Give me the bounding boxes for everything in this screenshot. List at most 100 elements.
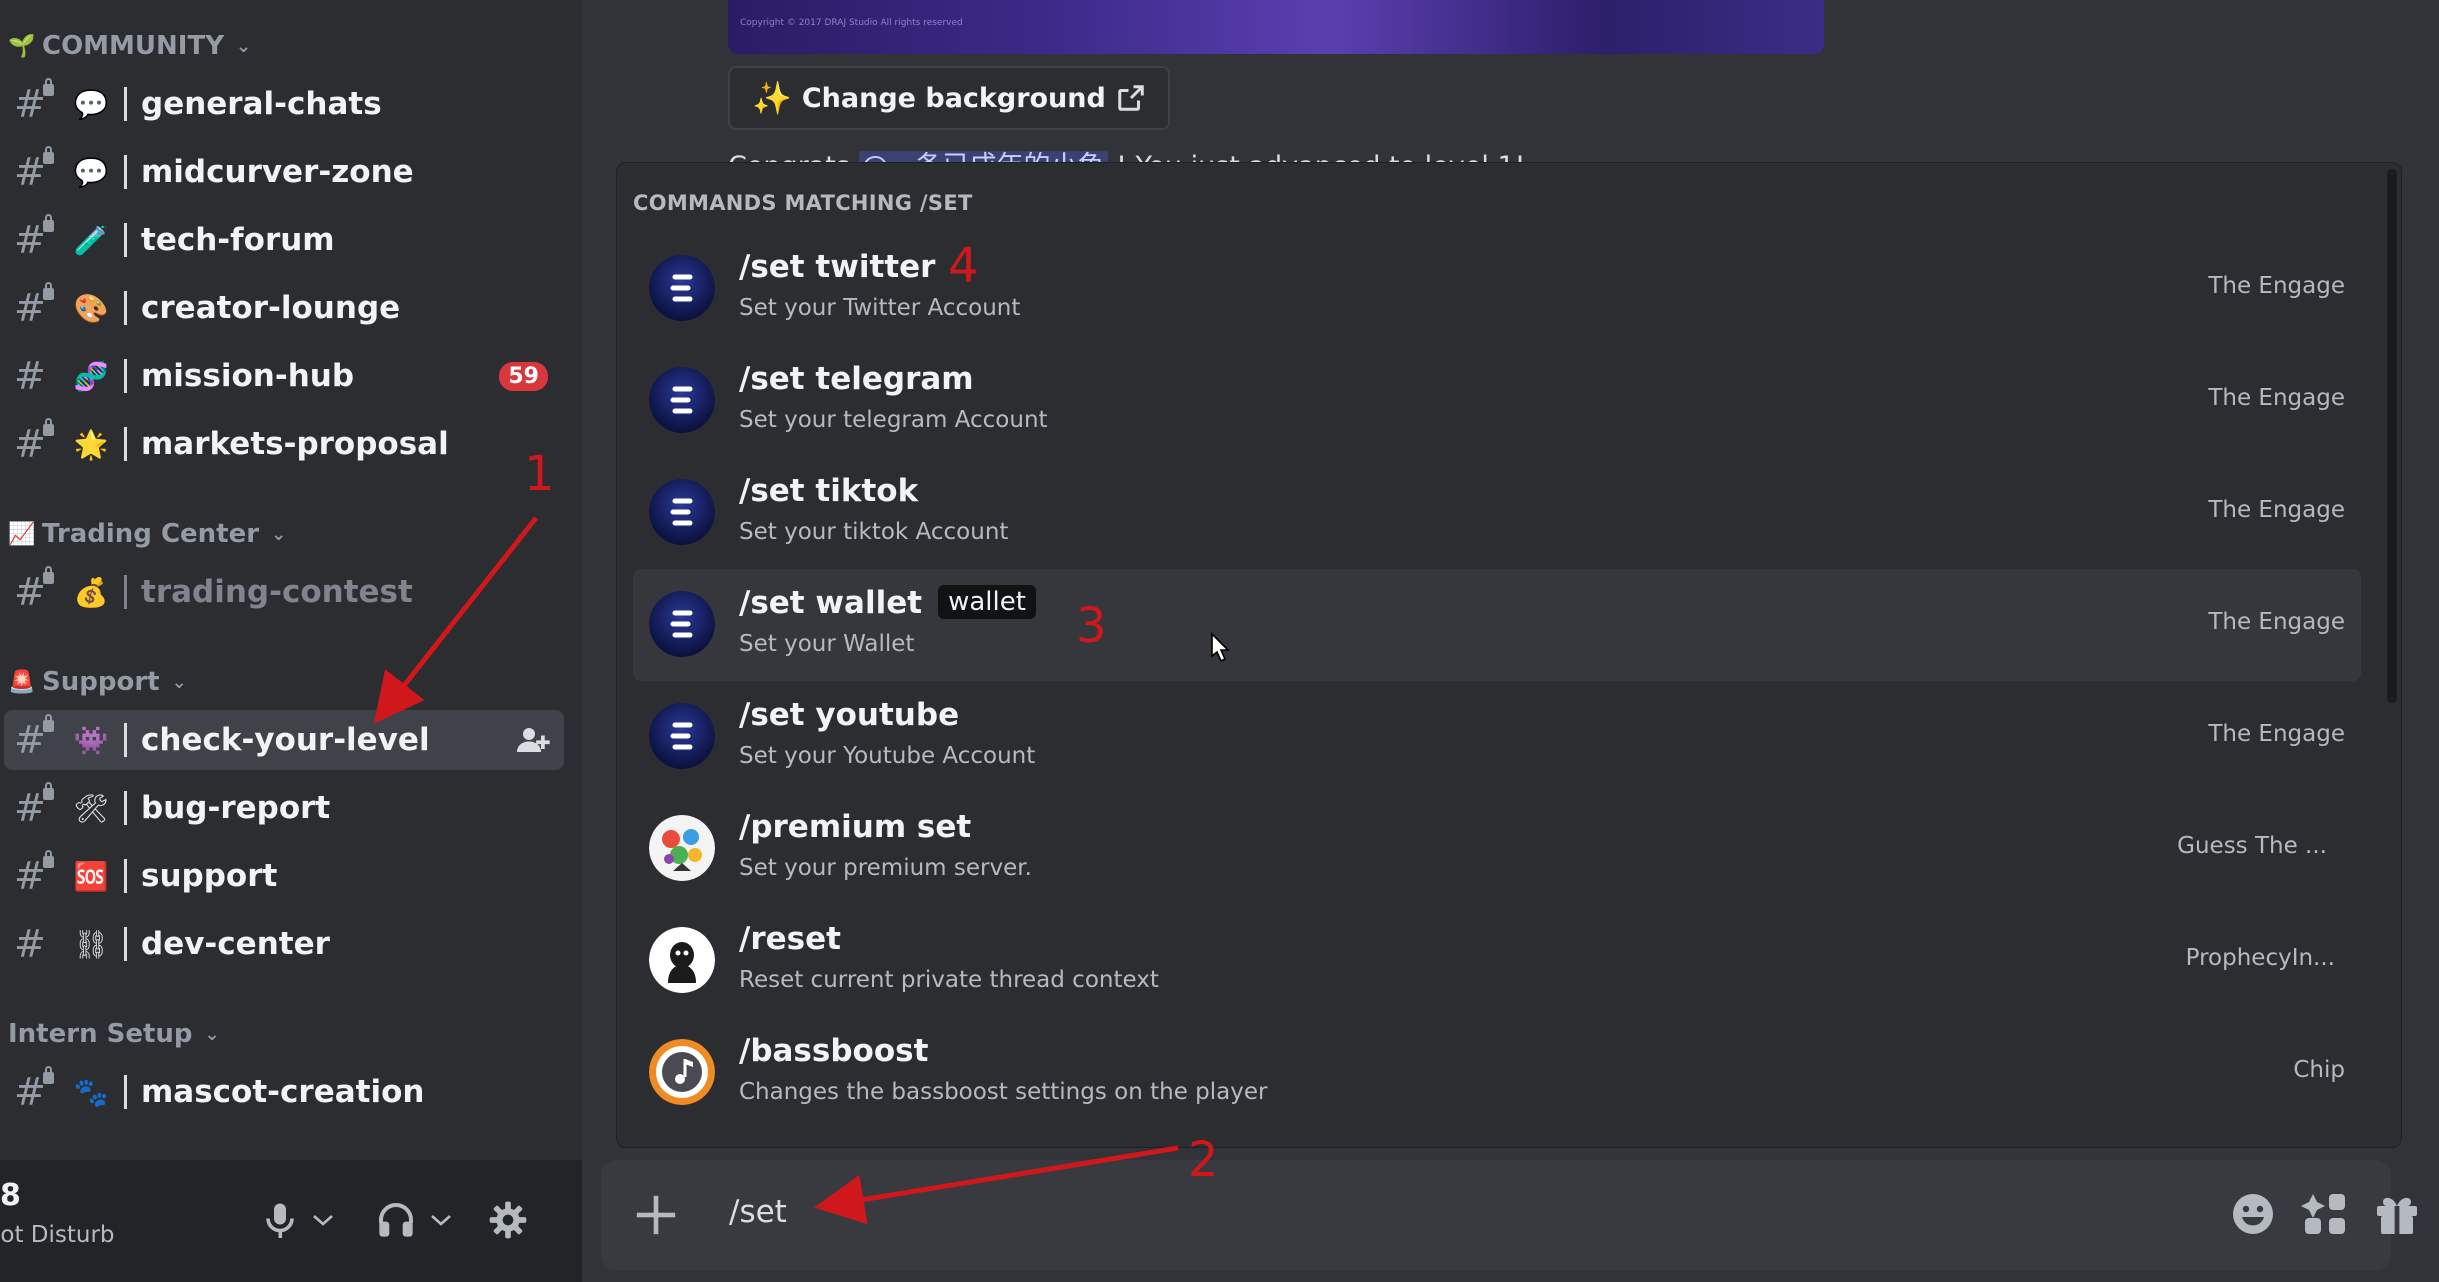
separator	[124, 427, 127, 461]
tools-icon: 🛠	[73, 791, 109, 825]
chevron-down-icon: ⌄	[204, 1023, 220, 1045]
chevron-down-icon[interactable]	[312, 1213, 334, 1227]
level-card-image: Copyright © 2017 DRAJ Studio All rights …	[728, 0, 1824, 54]
separator	[124, 359, 127, 393]
dna-icon: 🧬	[73, 359, 109, 393]
channel-name: general-chats	[141, 86, 382, 122]
command-name-text: /set wallet	[739, 585, 923, 621]
microphone-icon	[266, 1203, 294, 1238]
chevron-down-icon[interactable]	[430, 1213, 452, 1227]
hash-icon: #	[14, 922, 46, 966]
separator	[124, 927, 127, 961]
gear-icon	[489, 1201, 527, 1239]
category-label: COMMUNITY	[42, 31, 225, 61]
user-status: lot Disturb	[0, 1222, 115, 1248]
command-name: /set wallet wallet	[739, 585, 1036, 621]
annotation-number-1: 1	[524, 446, 555, 502]
channel-sidebar: 🌱 COMMUNITY ⌄ # 💬 general-chats # 💬 midc…	[0, 0, 582, 1282]
plus-icon[interactable]	[633, 1192, 679, 1238]
hash-lock-icon: #	[14, 782, 56, 830]
bot-avatar-prophecy	[649, 927, 715, 993]
test-tube-icon: 🧪	[73, 223, 109, 257]
user-settings-button[interactable]	[488, 1196, 528, 1244]
channel-tech-forum[interactable]: # 🧪 tech-forum	[4, 210, 564, 270]
channel-name: dev-center	[141, 926, 330, 962]
channel-creator-lounge[interactable]: # 🎨 creator-lounge	[4, 278, 564, 338]
category-label: Intern Setup	[8, 1019, 193, 1049]
seedling-icon: 🌱	[8, 33, 36, 59]
command-description: Set your premium server.	[739, 855, 1032, 881]
command-set-twitter[interactable]: /set twitter Set your Twitter Account Th…	[633, 233, 2361, 345]
channel-name: tech-forum	[141, 222, 335, 258]
channel-name: bug-report	[141, 790, 331, 826]
star-icon: 🌟	[73, 427, 109, 461]
command-set-tiktok[interactable]: /set tiktok Set your tiktok Account The …	[633, 457, 2361, 569]
command-source: The Engage	[2208, 721, 2345, 747]
category-intern-setup[interactable]: Intern Setup ⌄	[8, 1014, 220, 1054]
channel-check-your-level[interactable]: # 👾 check-your-level	[4, 710, 564, 770]
command-set-wallet[interactable]: /set wallet wallet Set your Wallet The En…	[633, 569, 2361, 681]
command-description: Changes the bassboost settings on the pl…	[739, 1079, 1268, 1105]
separator	[124, 155, 127, 189]
microphone-button[interactable]	[262, 1196, 334, 1244]
command-premium-set[interactable]: /premium set Set your premium server. Gu…	[633, 793, 2361, 905]
channel-general-chats[interactable]: # 💬 general-chats	[4, 74, 564, 134]
hash-lock-icon: #	[14, 1066, 56, 1114]
channel-support[interactable]: # 🆘 support	[4, 846, 564, 906]
space-invader-icon: 👾	[73, 723, 109, 757]
command-set-telegram[interactable]: /set telegram Set your telegram Account …	[633, 345, 2361, 457]
bot-avatar-engage	[649, 367, 715, 433]
bot-avatar-engage	[649, 703, 715, 769]
emoji-icon[interactable]	[2229, 1190, 2277, 1238]
bot-avatar-engage	[649, 591, 715, 657]
channel-trading-contest[interactable]: # 💰 trading-contest	[4, 562, 564, 622]
command-description: Set your telegram Account	[739, 407, 1048, 433]
hash-lock-icon: #	[14, 282, 56, 330]
message-input-bar: /set	[601, 1160, 2417, 1270]
hash-lock-icon: #	[14, 146, 56, 194]
command-set-youtube[interactable]: /set youtube Set your Youtube Account Th…	[633, 681, 2361, 793]
channel-mission-hub[interactable]: # 🧬 mission-hub 59	[4, 346, 564, 406]
gift-icon[interactable]	[2373, 1190, 2421, 1238]
category-community[interactable]: 🌱 COMMUNITY ⌄	[8, 26, 251, 66]
command-description: Set your Youtube Account	[739, 743, 1036, 769]
command-reset[interactable]: /reset Reset current private thread cont…	[633, 905, 2361, 1017]
message-input[interactable]: /set	[729, 1194, 787, 1230]
sparkles-icon: ✨	[752, 79, 792, 117]
command-description: Set your tiktok Account	[739, 519, 1009, 545]
apps-icon[interactable]	[2301, 1190, 2349, 1238]
command-description: Set your Twitter Account	[739, 295, 1021, 321]
bot-avatar-guess-the	[649, 815, 715, 881]
change-background-button[interactable]: ✨ Change background	[728, 66, 1170, 130]
separator	[124, 1075, 127, 1109]
bot-avatar-engage	[649, 255, 715, 321]
headset-button[interactable]	[376, 1196, 452, 1244]
command-source: The Engage	[2208, 497, 2345, 523]
chevron-down-icon: ⌄	[171, 671, 187, 693]
hash-lock-icon: #	[14, 214, 56, 262]
channel-mascot-creation[interactable]: # 🐾 mascot-creation	[4, 1062, 564, 1122]
channel-dev-center[interactable]: # ⛓ dev-center	[4, 914, 564, 974]
channel-markets-proposal[interactable]: # 🌟 markets-proposal	[4, 414, 564, 474]
siren-icon: 🚨	[8, 669, 36, 695]
annotation-number-4: 4	[948, 238, 979, 294]
username[interactable]: 8	[0, 1178, 21, 1213]
command-bassboost[interactable]: /bassboost Changes the bassboost setting…	[633, 1017, 2361, 1129]
paw-prints-icon: 🐾	[73, 1075, 109, 1109]
channel-name: trading-contest	[141, 574, 413, 610]
channel-midcurver-zone[interactable]: # 💬 midcurver-zone	[4, 142, 564, 202]
speech-bubble-icon: 💬	[73, 87, 109, 121]
annotation-number-2: 2	[1188, 1132, 1219, 1188]
category-trading-center[interactable]: 📈 Trading Center ⌄	[8, 514, 286, 554]
category-support[interactable]: 🚨 Support ⌄	[8, 662, 187, 702]
channel-bug-report[interactable]: # 🛠 bug-report	[4, 778, 564, 838]
chain-icon: ⛓	[73, 927, 109, 961]
speech-bubble-icon: 💬	[73, 155, 109, 189]
bot-avatar-chip	[649, 1039, 715, 1105]
add-member-icon[interactable]	[514, 722, 550, 758]
command-name: /set tiktok	[739, 473, 919, 509]
channel-name: support	[141, 858, 278, 894]
popup-scrollbar[interactable]	[2387, 169, 2397, 703]
hash-lock-icon: #	[14, 714, 56, 762]
category-label: Support	[42, 667, 160, 697]
